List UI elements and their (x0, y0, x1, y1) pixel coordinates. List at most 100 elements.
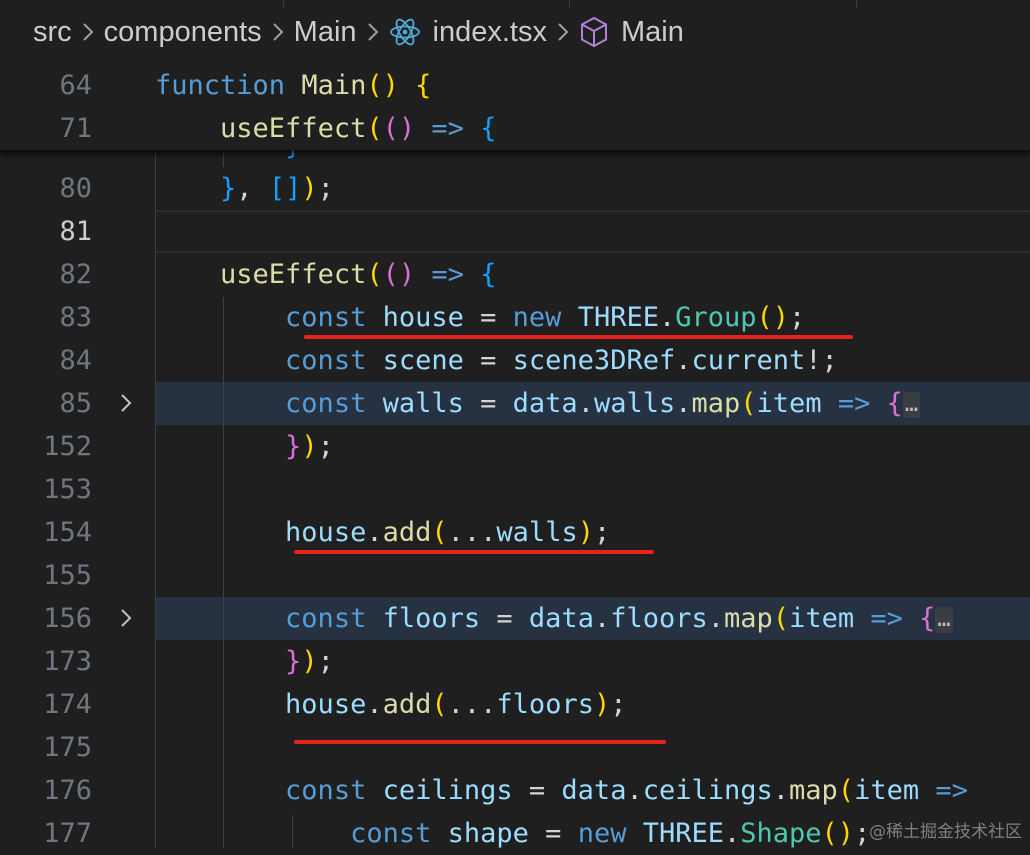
code-text: }); (155, 640, 334, 683)
code-token: current (691, 345, 806, 376)
code-token: ) (301, 173, 318, 204)
code-token: = (528, 818, 578, 849)
code-token: => (431, 259, 464, 290)
code-token: const (350, 818, 448, 849)
indent-guide (223, 297, 224, 848)
indent-guide (155, 150, 156, 848)
code-token: . (772, 775, 790, 806)
code-token: map (789, 775, 838, 806)
annotation-underline (294, 550, 654, 554)
code-token: ( (772, 603, 790, 634)
code-token: ceilings (382, 775, 513, 806)
code-token: item (854, 775, 920, 806)
folded-ellipsis[interactable]: … (935, 606, 953, 633)
code-token: data (561, 775, 627, 806)
code-token: new (512, 302, 578, 333)
code-token: !; (805, 345, 838, 376)
code-token: THREE (577, 302, 659, 333)
line-number: 80 (59, 173, 92, 204)
code-token: => (935, 775, 968, 806)
code-token: const (285, 775, 383, 806)
sticky-scroll-header: 64 function Main() { 71 useEffect(() => … (0, 64, 1030, 150)
line-number: 173 (43, 646, 92, 677)
code-token: . (366, 517, 383, 548)
code-token: ) (593, 689, 611, 720)
code-text: }, []); (155, 167, 334, 210)
code-token: = (463, 388, 513, 419)
code-token: [] (268, 173, 302, 204)
code-token: ( (837, 775, 855, 806)
code-text: const house = new THREE.Group(); (155, 296, 805, 339)
breadcrumb-item-file[interactable]: index.tsx (433, 16, 547, 49)
breadcrumb-item-main-folder[interactable]: Main (294, 16, 357, 49)
breadcrumb-item-src[interactable]: src (33, 16, 72, 49)
code-text: }); (155, 425, 334, 468)
code-token: () (756, 302, 790, 333)
line-number: 174 (43, 689, 92, 720)
code-token: ; (593, 517, 611, 548)
line-number: 83 (59, 302, 92, 333)
line-number: 177 (43, 818, 92, 849)
code-token: { (415, 70, 432, 101)
code-token: item (756, 388, 822, 419)
code-token: = (512, 775, 562, 806)
code-token: = (463, 302, 513, 333)
code-token: house (285, 517, 367, 548)
line-number: 153 (43, 474, 92, 505)
code-token: const (285, 302, 383, 333)
code-token: . (675, 345, 692, 376)
code-token: walls (593, 388, 676, 419)
code-token: THREE (642, 818, 724, 849)
indent-guide (292, 815, 293, 848)
code-token: useEffect (220, 113, 367, 144)
code-token: . (658, 302, 676, 333)
code-text: const floors = data.floors.map(item => {… (155, 597, 953, 640)
folded-ellipsis[interactable]: … (902, 391, 921, 418)
code-token: floors (496, 689, 594, 720)
code-token: } (285, 646, 302, 677)
sticky-line[interactable]: 64 function Main() { (0, 64, 1030, 107)
fold-chevron-icon[interactable] (114, 606, 138, 630)
code-token: house (382, 302, 464, 333)
code-token: => (870, 603, 903, 634)
breadcrumb-item-components[interactable]: components (104, 16, 262, 49)
code-token: . (707, 603, 725, 634)
code-token: ( (740, 388, 757, 419)
code-token: => (431, 113, 464, 144)
code-text: useEffect(() => { (155, 253, 496, 296)
code-token: Group (675, 302, 757, 333)
code-token: const (285, 345, 383, 376)
code-text: const scene = scene3DRef.current!; (155, 339, 838, 382)
code-token: scene (382, 345, 464, 376)
fold-chevron-icon[interactable] (114, 391, 138, 415)
code-token: , (236, 173, 269, 204)
chevron-right-icon (271, 21, 285, 43)
code-token: { (919, 603, 936, 634)
annotation-underline (304, 335, 853, 339)
code-text: const ceilings = data.ceilings.map(item … (155, 769, 968, 812)
sticky-line[interactable]: 71 useEffect(() => { (0, 107, 1030, 150)
breadcrumb-item-symbol[interactable]: Main (621, 16, 684, 49)
line-number: 84 (59, 345, 92, 376)
code-token: add (382, 517, 432, 548)
code-token: } (285, 431, 302, 462)
divider (856, 0, 857, 8)
code-token: ( (366, 259, 383, 290)
code-token: ( (431, 517, 448, 548)
divider (283, 0, 284, 8)
code-token: data (512, 388, 578, 419)
code-token: const (285, 388, 383, 419)
code-token: => (837, 388, 871, 419)
symbol-class-icon (579, 16, 609, 48)
code-token: () (366, 70, 399, 101)
code-token: ) (398, 113, 416, 144)
